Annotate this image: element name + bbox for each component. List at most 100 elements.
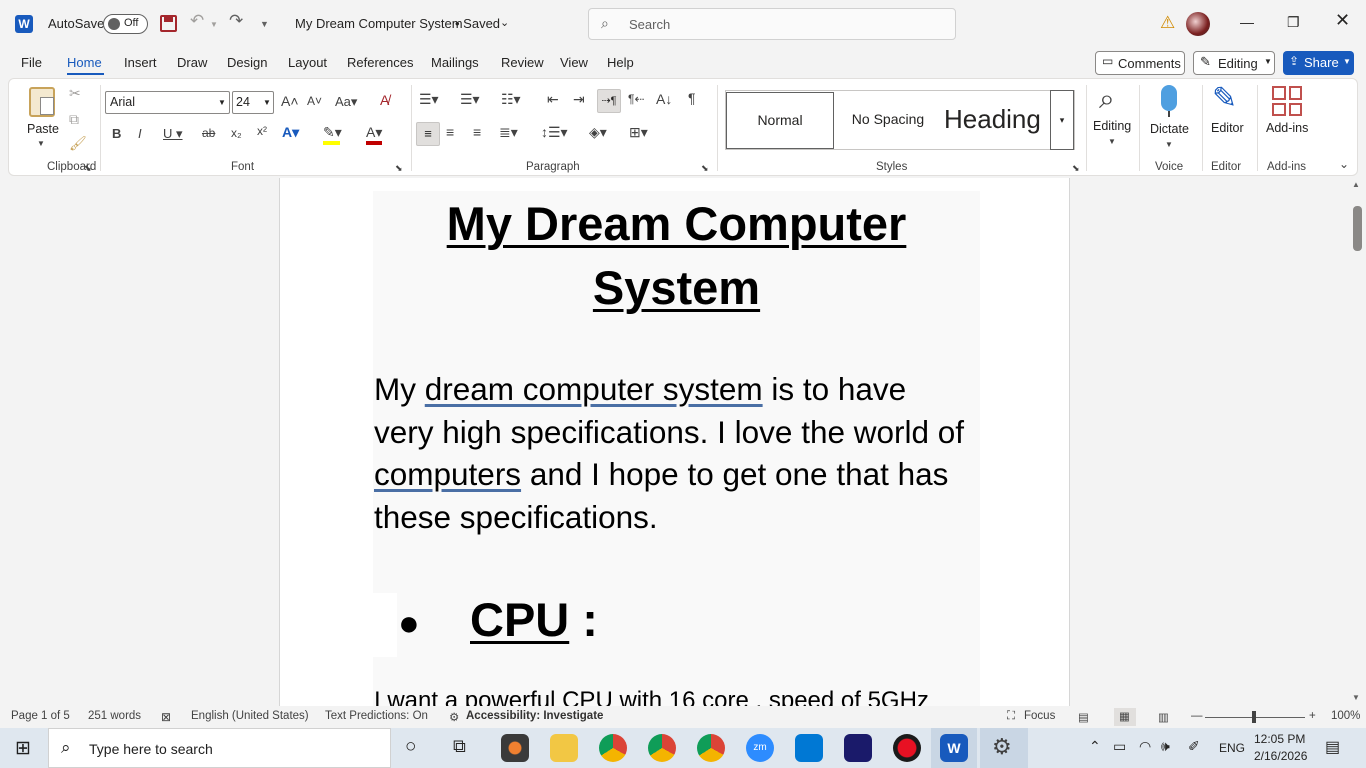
- web-layout-icon[interactable]: ▥: [1158, 710, 1169, 724]
- restore-icon[interactable]: ❐: [1287, 14, 1300, 30]
- share-button[interactable]: ⇪ Share ▼: [1283, 51, 1354, 75]
- task-view-icon[interactable]: ⧉: [453, 736, 466, 757]
- redo-icon[interactable]: ↷: [229, 12, 243, 29]
- autosave-toggle[interactable]: Off: [103, 14, 148, 34]
- shading-icon[interactable]: ◈▾: [589, 124, 607, 141]
- strikethrough-icon[interactable]: ab: [202, 126, 215, 140]
- tab-design[interactable]: Design: [227, 55, 267, 70]
- chevron-down-icon[interactable]: ▼: [1165, 140, 1173, 149]
- numbering-icon[interactable]: ☰▾: [460, 91, 480, 108]
- increase-indent-icon[interactable]: ⇥: [573, 91, 585, 108]
- sort-icon[interactable]: A↓: [656, 91, 672, 107]
- align-right-icon[interactable]: ≡: [473, 124, 481, 140]
- comments-button[interactable]: ▭ Comments: [1095, 51, 1185, 75]
- clock-date[interactable]: 2/16/2026: [1254, 749, 1307, 763]
- paste-label[interactable]: Paste: [27, 122, 59, 136]
- multilevel-list-icon[interactable]: ☷▾: [501, 91, 521, 108]
- tab-help[interactable]: Help: [607, 55, 634, 70]
- text-predictions-status[interactable]: Text Predictions: On: [325, 710, 428, 722]
- cpu-heading[interactable]: CPU :: [470, 588, 598, 652]
- font-launcher-icon[interactable]: ⬊: [395, 163, 403, 174]
- save-icon[interactable]: [160, 15, 177, 32]
- grow-font-icon[interactable]: A˄: [281, 93, 299, 109]
- format-painter-icon[interactable]: 🖌: [69, 135, 87, 152]
- style-heading[interactable]: Heading: [944, 92, 1050, 149]
- title-chevron-icon[interactable]: ⌄: [500, 15, 509, 31]
- focus-label[interactable]: Focus: [1024, 710, 1055, 722]
- zoom-app-icon[interactable]: zm: [746, 734, 774, 762]
- cortana-icon[interactable]: ○: [405, 736, 416, 758]
- tab-insert[interactable]: Insert: [124, 55, 157, 70]
- tab-references[interactable]: References: [347, 55, 413, 70]
- addins-icon[interactable]: [1272, 86, 1302, 116]
- ltr-button[interactable]: ⇢¶: [597, 89, 621, 113]
- microphone-icon[interactable]: [1161, 85, 1177, 111]
- highlight-color-icon[interactable]: ✎▾: [323, 124, 342, 141]
- volume-icon[interactable]: 🕪: [1161, 738, 1170, 755]
- paste-dropdown-icon[interactable]: ▼: [37, 139, 45, 148]
- paragraph-launcher-icon[interactable]: ⬊: [701, 163, 709, 174]
- bold-icon[interactable]: B: [112, 126, 121, 141]
- media-player-icon[interactable]: [501, 734, 529, 762]
- align-left-button[interactable]: ≡: [416, 122, 440, 146]
- avatar[interactable]: [1186, 12, 1210, 36]
- input-language[interactable]: ENG: [1219, 741, 1245, 755]
- windows-start-icon[interactable]: ⊞: [15, 737, 31, 760]
- print-layout-button[interactable]: ▦: [1114, 708, 1136, 726]
- tab-view[interactable]: View: [560, 55, 588, 70]
- style-no-spacing[interactable]: No Spacing: [835, 92, 941, 149]
- font-size-select[interactable]: 24 ▼: [232, 91, 274, 114]
- taskbar-search-box[interactable]: ⌕ Type here to search: [48, 728, 391, 768]
- zoom-in-icon[interactable]: +: [1309, 710, 1316, 722]
- bullets-icon[interactable]: ☰▾: [419, 91, 439, 108]
- editing-mode-button[interactable]: ✎ Editing ▼: [1193, 51, 1275, 75]
- find-icon[interactable]: ⌕: [1099, 83, 1115, 116]
- chevron-down-icon[interactable]: ▼: [1108, 137, 1116, 146]
- justify-icon[interactable]: ≣▾: [499, 124, 518, 141]
- saved-status[interactable]: • Saved: [455, 16, 500, 32]
- clipboard-launcher-icon[interactable]: ⬊: [84, 163, 92, 174]
- undo-icon[interactable]: ↶: [190, 12, 204, 29]
- addins-label[interactable]: Add-ins: [1266, 121, 1308, 135]
- decrease-indent-icon[interactable]: ⇤: [547, 91, 559, 108]
- editor-label[interactable]: Editor: [1211, 121, 1244, 135]
- search-box[interactable]: ⌕ Search: [588, 8, 956, 40]
- change-case-icon[interactable]: Aa▾: [335, 94, 357, 110]
- superscript-icon[interactable]: x²: [257, 124, 267, 138]
- scroll-down-icon[interactable]: ▼: [1352, 693, 1360, 702]
- font-name-select[interactable]: Arial ▼: [105, 91, 230, 114]
- read-mode-icon[interactable]: ▤: [1078, 710, 1089, 724]
- proofing-icon[interactable]: ⊠: [161, 710, 171, 724]
- copy-icon[interactable]: ⧉: [69, 111, 79, 128]
- word-taskbar-icon[interactable]: W: [940, 734, 968, 762]
- settings-gear-icon[interactable]: ⚙: [992, 734, 1012, 760]
- italic-icon[interactable]: I: [138, 126, 142, 141]
- shrink-font-icon[interactable]: A˅: [307, 94, 322, 108]
- editor-icon[interactable]: ✎: [1212, 81, 1237, 116]
- underline-icon[interactable]: U ▾: [163, 126, 183, 142]
- pen-icon[interactable]: ✐: [1188, 738, 1200, 755]
- accessibility-status[interactable]: Accessibility: Investigate: [466, 710, 603, 722]
- font-color-icon[interactable]: A▾: [366, 124, 382, 141]
- chrome-profile-3-icon[interactable]: [697, 734, 725, 762]
- tab-home[interactable]: Home: [67, 55, 102, 70]
- language-status[interactable]: English (United States): [191, 710, 309, 722]
- chevron-up-icon[interactable]: ⌃: [1089, 738, 1101, 755]
- zoom-out-icon[interactable]: —: [1191, 710, 1203, 722]
- rtl-icon[interactable]: ¶⇠: [628, 92, 645, 106]
- minimize-icon[interactable]: —: [1240, 14, 1254, 30]
- file-explorer-icon[interactable]: [550, 734, 578, 762]
- clear-formatting-icon[interactable]: A̸: [380, 92, 389, 108]
- intellij-icon[interactable]: [844, 734, 872, 762]
- battery-icon[interactable]: ▭: [1113, 738, 1126, 755]
- tab-file[interactable]: File: [21, 55, 42, 70]
- tab-layout[interactable]: Layout: [288, 55, 327, 70]
- notifications-icon[interactable]: ▤: [1325, 737, 1340, 757]
- paste-icon[interactable]: [29, 87, 55, 117]
- styles-launcher-icon[interactable]: ⬊: [1072, 163, 1080, 174]
- subscript-icon[interactable]: x₂: [231, 126, 242, 140]
- borders-icon[interactable]: ⊞▾: [629, 124, 648, 141]
- cpu-paragraph[interactable]: I want a powerful CPU with 16 core , spe…: [374, 686, 929, 706]
- align-center-icon[interactable]: ≡: [446, 124, 454, 140]
- recorder-icon[interactable]: [893, 734, 921, 762]
